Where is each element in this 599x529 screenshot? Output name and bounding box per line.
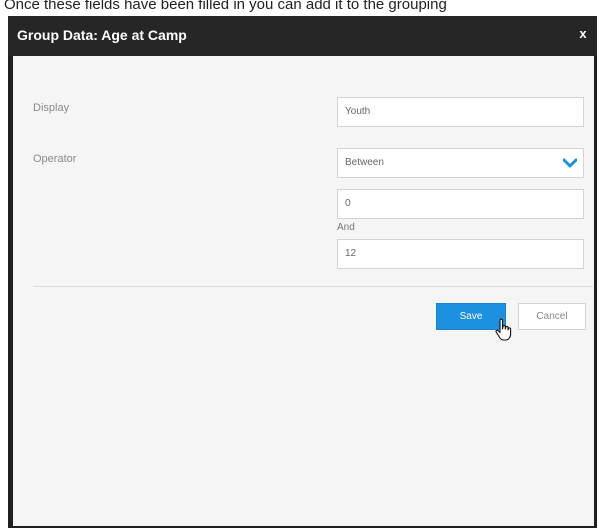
operator-from-input[interactable]: 0: [337, 189, 584, 219]
dialog-title: Group Data: Age at Camp: [17, 27, 187, 43]
form-divider: [33, 286, 593, 287]
close-button[interactable]: x: [575, 24, 591, 44]
operator-selected-value: Between: [345, 157, 384, 168]
and-label: And: [337, 222, 355, 233]
operator-to-input[interactable]: 12: [337, 239, 584, 269]
operator-select[interactable]: Between: [337, 148, 584, 178]
hand-pointer-icon: [495, 318, 512, 341]
chevron-down-icon: [563, 158, 577, 168]
operator-label: Operator: [33, 153, 77, 165]
dialog-body: Display Youth Operator Between 0 And 12 …: [13, 56, 594, 526]
display-label: Display: [33, 102, 70, 114]
cancel-button[interactable]: Cancel: [518, 303, 586, 330]
group-data-dialog: Group Data: Age at Camp x Display Youth …: [8, 16, 597, 528]
page-caption: Once these fields have been filled in yo…: [4, 0, 447, 13]
dialog-titlebar: Group Data: Age at Camp x: [8, 16, 597, 56]
display-input[interactable]: Youth: [337, 97, 584, 127]
